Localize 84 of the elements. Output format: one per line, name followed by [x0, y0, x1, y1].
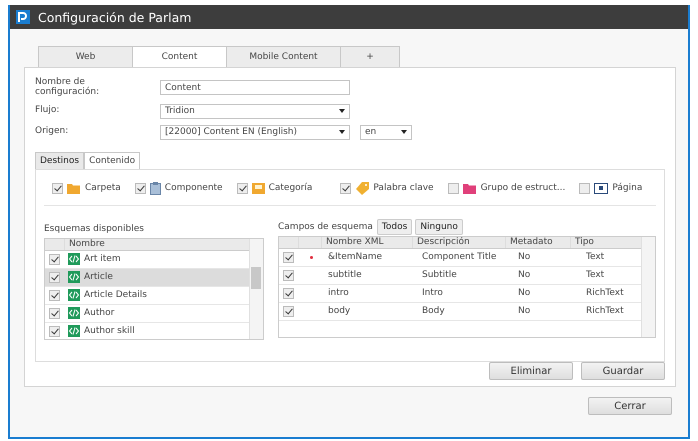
document-icon — [150, 182, 161, 195]
item-type-label: Página — [612, 183, 642, 194]
section-title: Esquemas disponibles — [44, 224, 145, 234]
item-type-label: Palabra clave — [373, 183, 434, 194]
schema-name: Art item — [84, 254, 121, 264]
schema-name: Author skill — [84, 326, 135, 336]
page-icon — [594, 182, 608, 194]
table-cell-text: RichText — [585, 306, 625, 316]
column-header: Descripción — [412, 236, 505, 248]
window-title: Configuración de Parlam — [38, 10, 192, 24]
select-button[interactable]: Todos — [376, 218, 412, 235]
checkbox[interactable] — [49, 308, 60, 319]
action-button[interactable]: Guardar — [581, 362, 665, 380]
item-type-label: Componente — [164, 183, 223, 194]
tag-icon — [355, 182, 370, 195]
schema-row[interactable]: Article — [45, 268, 249, 287]
checkbox[interactable] — [283, 306, 294, 317]
section-title: Campos de esquema — [278, 222, 373, 232]
tab[interactable]: Web — [38, 46, 133, 67]
schema-row[interactable]: Article Details — [45, 286, 249, 305]
table-cell-text: No — [517, 270, 532, 280]
code-icon — [68, 325, 80, 338]
select-button[interactable]: Ninguno — [415, 218, 463, 235]
schema-name: Article — [84, 272, 113, 282]
table-cell-text: No — [517, 306, 532, 316]
table-cell-text: Body — [421, 306, 446, 316]
dropdown[interactable]: en — [360, 124, 412, 140]
item-type-label: Categoría — [268, 183, 312, 194]
checkbox[interactable] — [49, 272, 60, 283]
dropdown[interactable]: Tridion — [160, 104, 350, 119]
column-header: Nombre XML — [321, 236, 412, 248]
schema-row[interactable]: Author — [45, 304, 249, 323]
item-type-label: Carpeta — [85, 183, 121, 194]
code-icon — [68, 307, 80, 320]
tab[interactable]: + — [340, 46, 400, 67]
checkbox[interactable] — [340, 182, 352, 194]
input-field[interactable]: Content — [160, 80, 350, 96]
table-cell-text: No — [517, 252, 532, 262]
item-type-label: Grupo de estruct... — [480, 183, 566, 194]
tab[interactable]: Contenido — [84, 152, 140, 169]
table-cell-text: RichText — [585, 288, 625, 298]
code-icon — [68, 271, 80, 284]
scrollbar[interactable] — [641, 236, 655, 337]
checkbox[interactable] — [49, 254, 60, 265]
folder-icon — [462, 182, 477, 194]
checkbox[interactable] — [52, 182, 63, 194]
checkbox[interactable] — [49, 326, 60, 337]
tab[interactable]: Content — [132, 46, 227, 67]
checkbox[interactable] — [49, 290, 60, 301]
app-logo-icon — [16, 10, 30, 24]
checkbox[interactable] — [448, 182, 459, 194]
table-cell-text: body — [327, 306, 352, 316]
table-cell-text: Text — [585, 252, 606, 262]
table-cell-text: &ItemName — [327, 252, 384, 262]
schema-name: Article Details — [84, 290, 147, 300]
category-icon — [252, 182, 265, 194]
folder-icon — [67, 182, 81, 194]
dropdown[interactable]: [22000] Content EN (English) — [160, 124, 350, 140]
checkbox[interactable] — [579, 182, 590, 194]
table-cell-text: intro — [327, 288, 350, 298]
schema-row[interactable]: Author skill — [45, 322, 249, 339]
field-label: Origen: — [35, 127, 70, 138]
close-button[interactable]: Cerrar — [588, 397, 672, 415]
code-icon — [68, 289, 80, 302]
field-label: Nombre de configuración: — [35, 78, 100, 98]
tab[interactable]: Destinos — [35, 152, 84, 169]
table-cell-text: Subtitle — [421, 270, 458, 280]
schema-name: Author — [84, 308, 114, 318]
table-cell-text: Text — [585, 270, 606, 280]
checkbox[interactable] — [236, 182, 248, 194]
table-cell-text: subtitle — [327, 270, 363, 280]
checkbox[interactable] — [283, 270, 294, 281]
action-button[interactable]: Eliminar — [489, 362, 573, 380]
table-cell-text: Intro — [421, 288, 444, 298]
table-cell-text: Component Title — [421, 252, 498, 262]
scrollbar[interactable] — [249, 238, 263, 339]
column-header: Metadato — [505, 236, 570, 248]
field-label: Flujo: — [35, 106, 60, 116]
checkbox[interactable] — [283, 252, 294, 263]
code-icon — [68, 253, 80, 266]
checkbox[interactable] — [134, 182, 146, 194]
table-cell-text: No — [517, 288, 532, 298]
checkbox[interactable] — [283, 288, 294, 299]
tab[interactable]: Mobile Content — [226, 46, 341, 67]
